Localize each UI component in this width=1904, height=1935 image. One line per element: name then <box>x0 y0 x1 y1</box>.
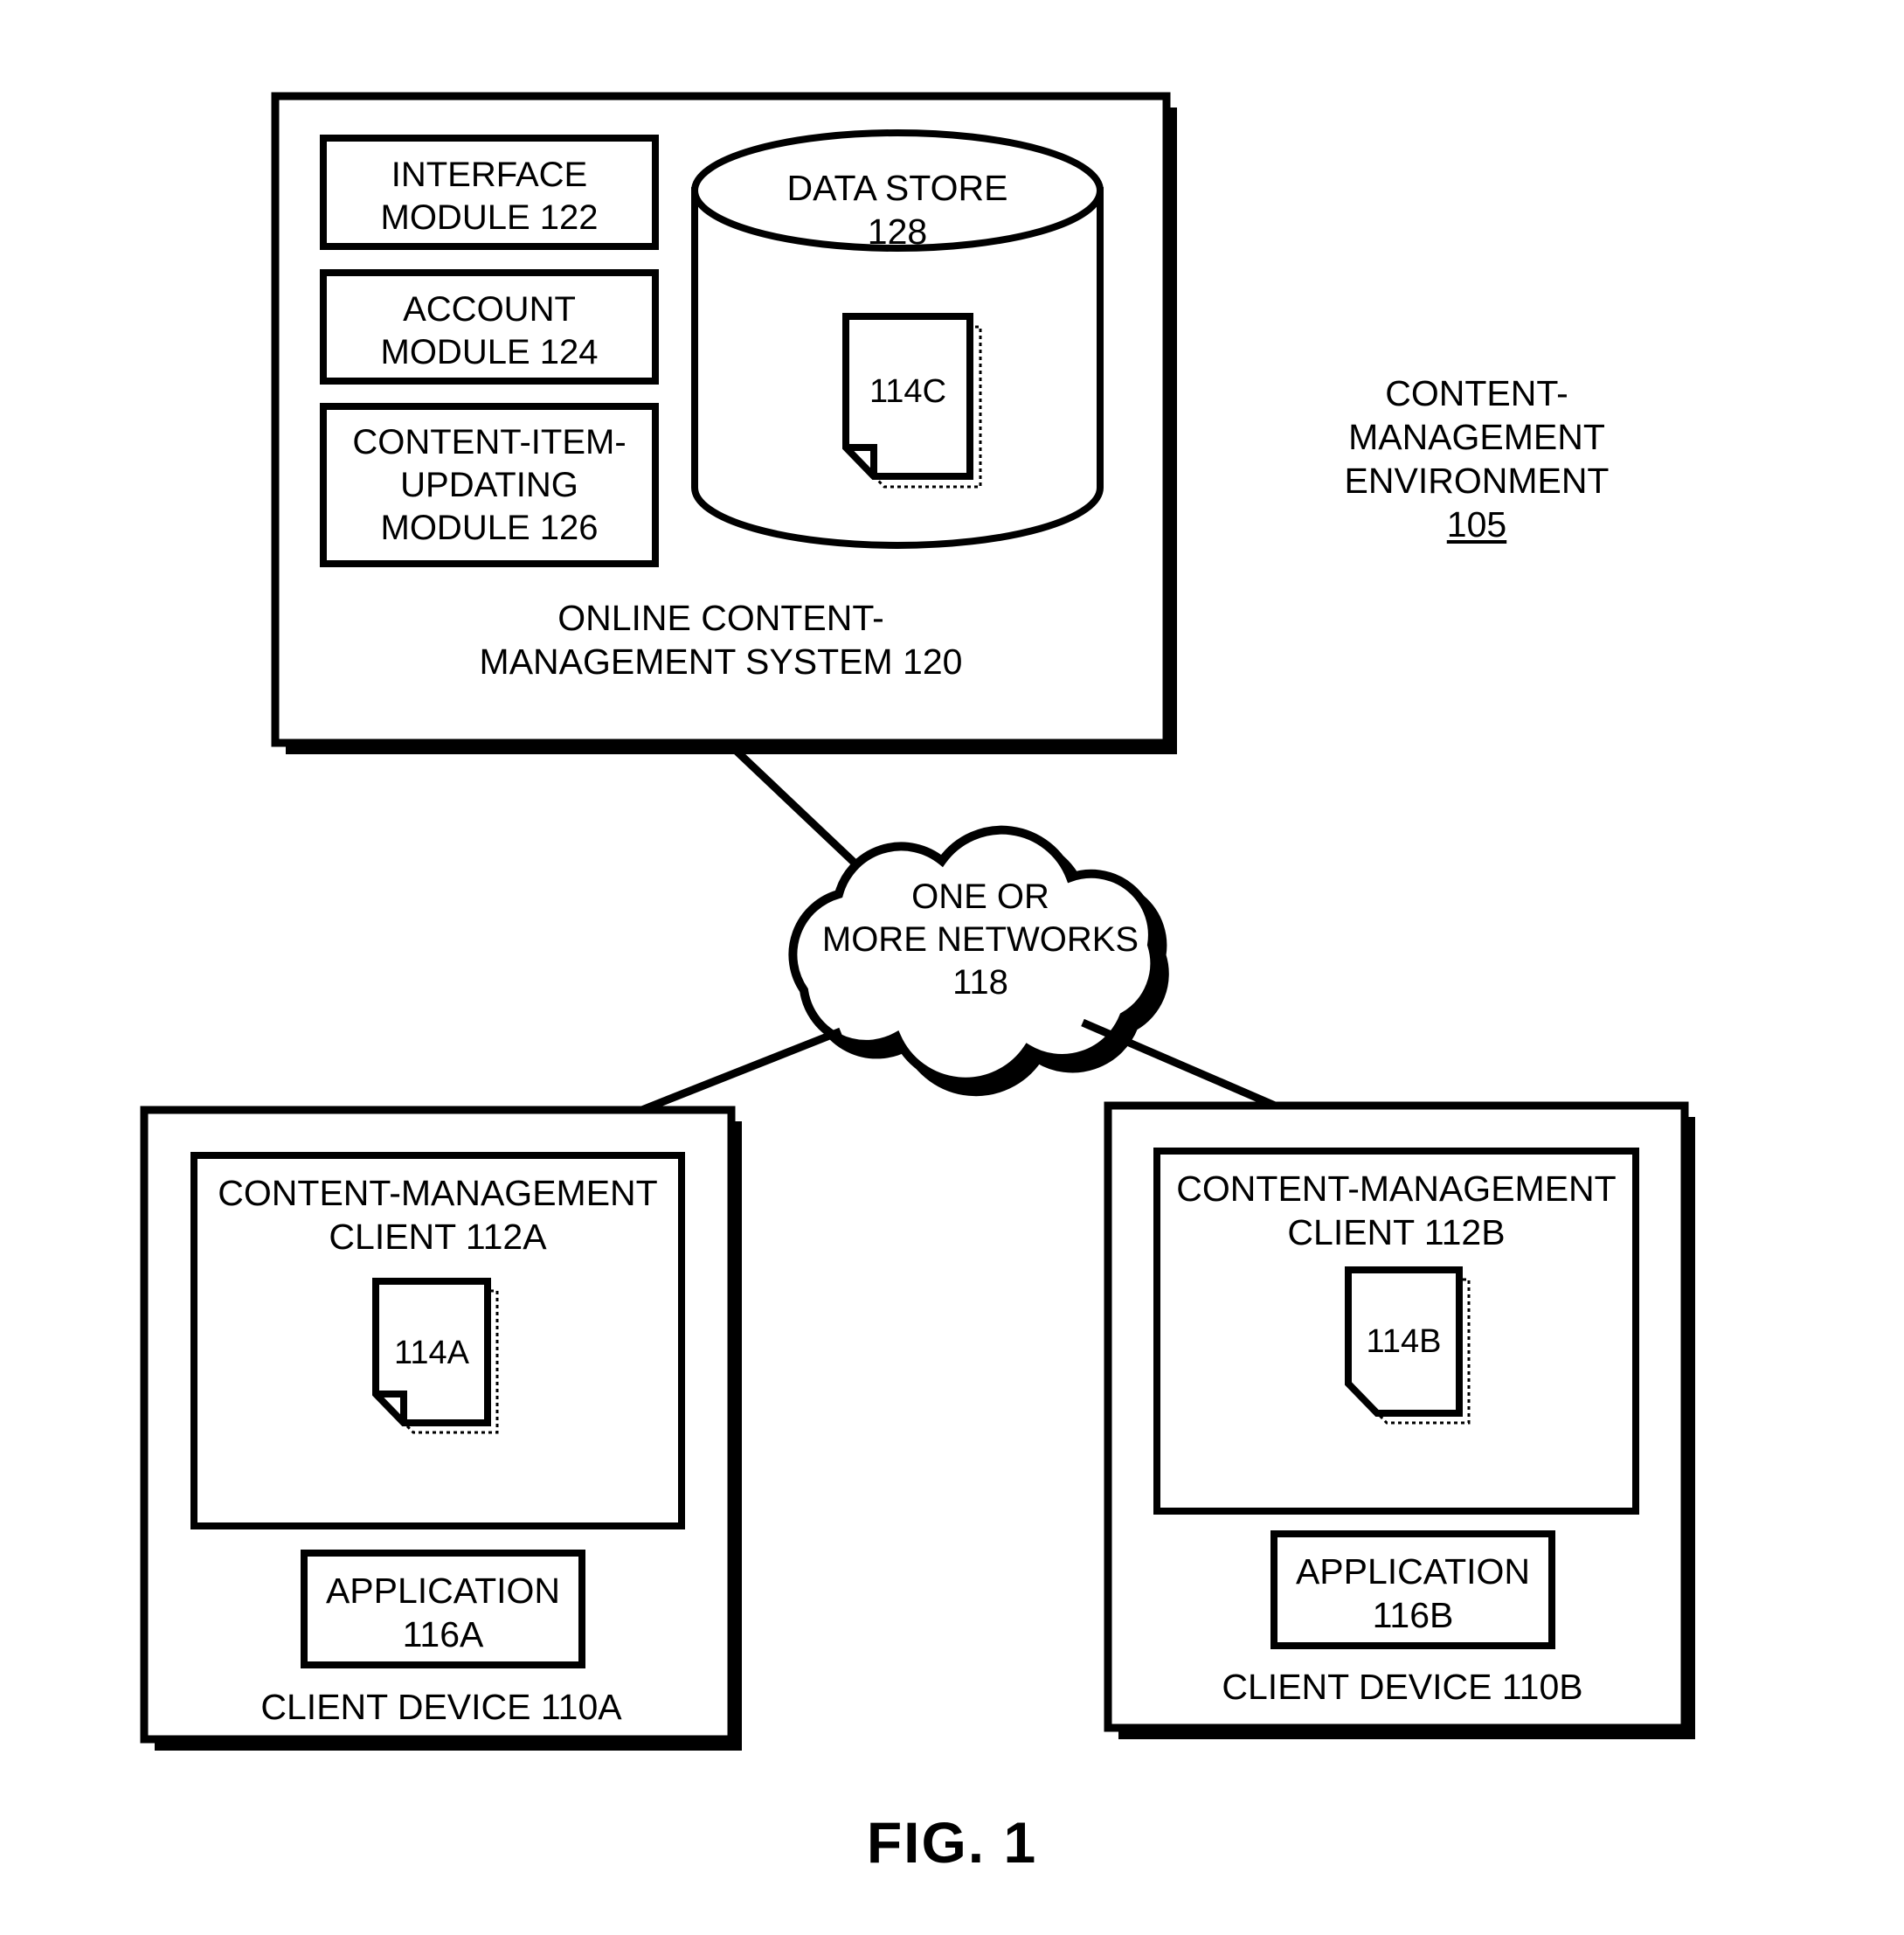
content-item-updating-module-label: CONTENT-ITEM- UPDATING MODULE 126 <box>323 421 655 549</box>
content-management-client-a-label-line1: CONTENT-MANAGEMENT <box>218 1173 658 1213</box>
application-b-label: APPLICATION 116B <box>1274 1550 1552 1637</box>
network-cloud-label-line3: 118 <box>952 962 1008 1002</box>
environment-label-line3: ENVIRONMENT <box>1344 461 1610 502</box>
figure-canvas: INTERFACE MODULE 122 ACCOUNT MODULE 124 CO… <box>0 0 1904 1935</box>
data-store-label-line1: DATA STORE <box>786 168 1008 208</box>
online-system-label: ONLINE CONTENT- MANAGEMENT SYSTEM 120 <box>433 596 1009 683</box>
content-management-client-b-label: CONTENT-MANAGEMENT CLIENT 112B <box>1157 1167 1636 1254</box>
online-system-label-line1: ONLINE CONTENT- <box>557 598 884 638</box>
environment-label-line2: MANAGEMENT <box>1348 417 1605 458</box>
online-system-label-line2: MANAGEMENT SYSTEM 120 <box>479 642 963 683</box>
application-a-label-line2: 116A <box>402 1614 484 1655</box>
application-a-label: APPLICATION 116A <box>304 1569 582 1656</box>
interface-module-label-line2: MODULE 122 <box>380 198 599 237</box>
content-item-updating-module-label-line1: CONTENT-ITEM- <box>352 423 627 461</box>
application-b-label-line2: 116B <box>1372 1595 1454 1636</box>
data-store-label-line2: 128 <box>867 212 928 253</box>
client-device-b-label: CLIENT DEVICE 110B <box>1222 1667 1583 1707</box>
application-a-label-line1: APPLICATION <box>325 1571 561 1611</box>
network-cloud-label-line1: ONE OR <box>911 877 1049 916</box>
client-device-a-label: CLIENT DEVICE 110A <box>260 1687 622 1727</box>
network-cloud-label-line2: MORE NETWORKS <box>821 919 1139 959</box>
content-management-client-a-label: CONTENT-MANAGEMENT CLIENT 112A <box>194 1171 682 1259</box>
content-item-updating-module-label-line3: MODULE 126 <box>380 508 599 547</box>
content-management-client-b-label-line2: CLIENT 112B <box>1287 1212 1506 1253</box>
interface-module-label-line1: INTERFACE <box>391 156 588 194</box>
content-management-client-a-label-line2: CLIENT 112A <box>329 1217 547 1258</box>
connector-network-to-client-device-a <box>634 1027 842 1117</box>
content-item-updating-module-label-line2: UPDATING <box>400 465 578 504</box>
connector-network-to-client-device-b <box>1081 1018 1283 1113</box>
environment-label: CONTENT- MANAGEMENT ENVIRONMENT 105 <box>1306 371 1647 546</box>
content-management-client-b-label-line1: CONTENT-MANAGEMENT <box>1176 1169 1617 1209</box>
interface-module-label: INTERFACE MODULE 122 <box>323 154 655 239</box>
content-item-114a-label: 114A <box>394 1335 469 1371</box>
account-module-label-line2: MODULE 124 <box>380 332 599 371</box>
content-item-114b-label: 114B <box>1366 1323 1442 1360</box>
data-store-label: DATA STORE 128 <box>696 166 1098 253</box>
environment-reference-number: 105 <box>1446 504 1507 545</box>
figure-caption: FIG. 1 <box>866 1810 1038 1875</box>
environment-label-line1: CONTENT- <box>1385 373 1568 413</box>
account-module-label-line1: ACCOUNT <box>403 290 576 329</box>
network-cloud-label: ONE OR MORE NETWORKS 118 <box>788 876 1173 1003</box>
application-b-label-line1: APPLICATION <box>1295 1551 1531 1592</box>
content-item-114c-label: 114C <box>869 373 947 410</box>
account-module-label: ACCOUNT MODULE 124 <box>323 288 655 374</box>
